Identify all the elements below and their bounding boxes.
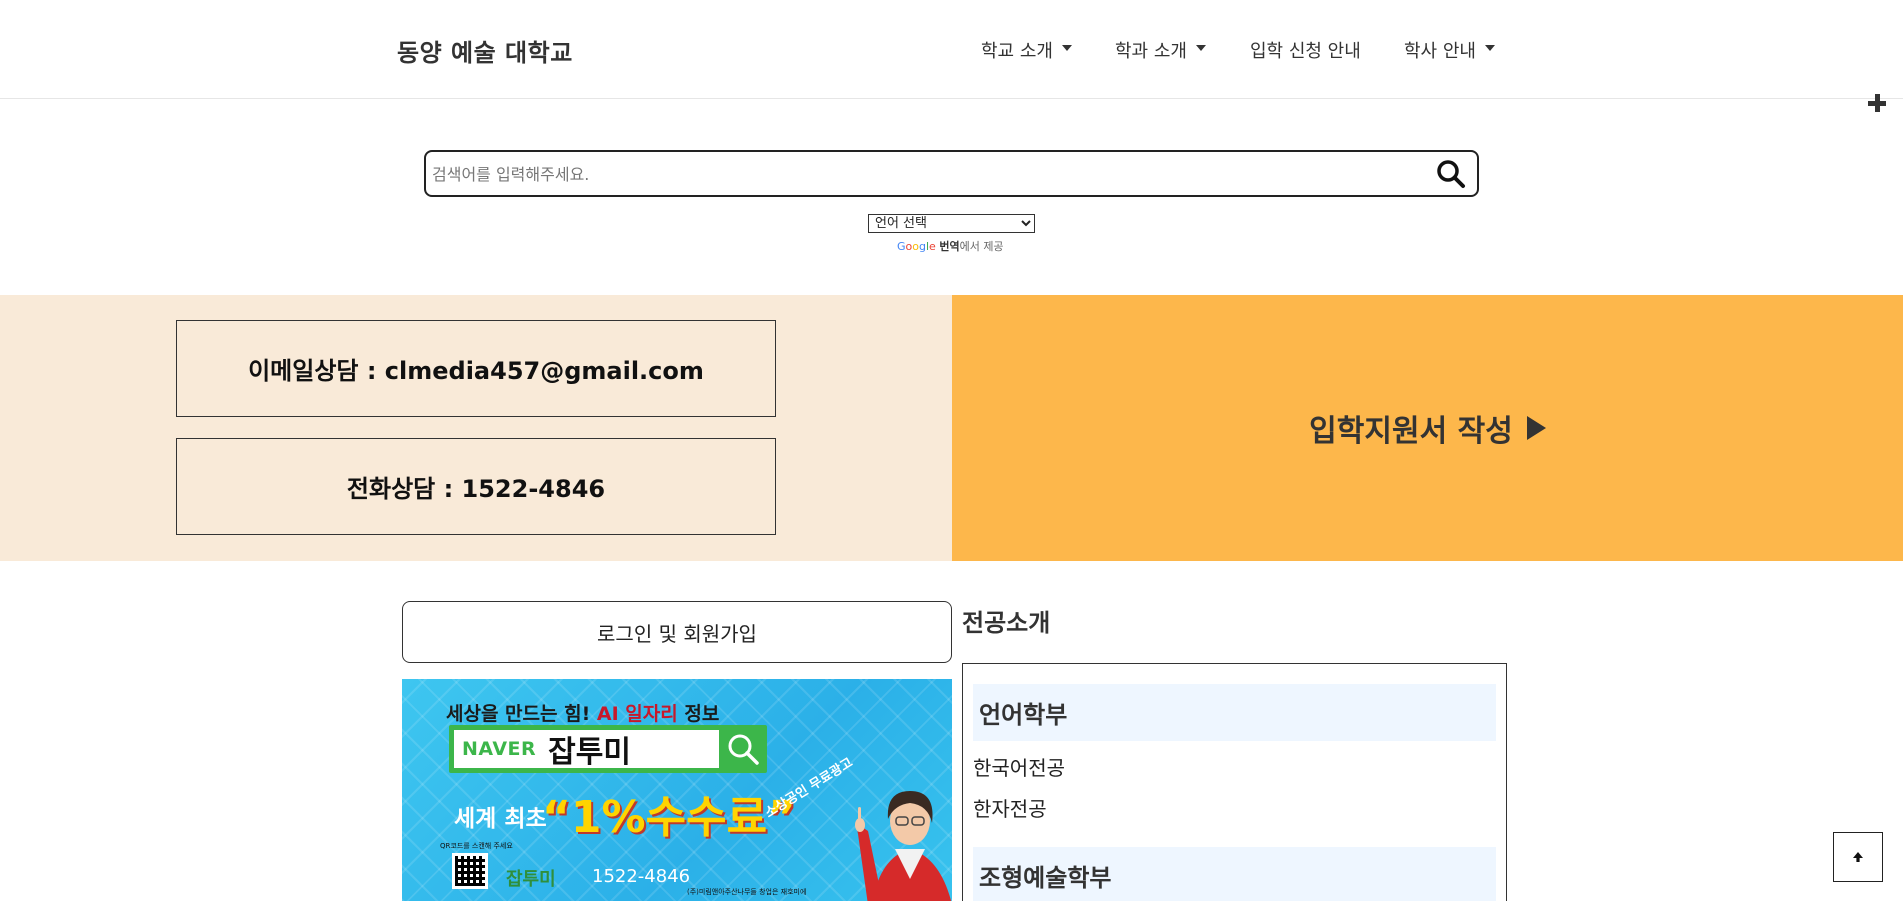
caret-down-icon	[1484, 45, 1495, 51]
translate-link[interactable]: 번역	[939, 240, 959, 253]
arrow-up-icon	[1853, 852, 1863, 862]
email-consult-box[interactable]: 이메일상담 : clmedia457@gmail.com	[176, 320, 776, 417]
search-input[interactable]	[432, 160, 1392, 188]
major-item-korean[interactable]: 한국어전공	[973, 752, 1065, 781]
ad-person-illustration	[855, 791, 952, 901]
ad-search-graphic: NAVER 잡투미	[449, 725, 767, 773]
plus-icon[interactable]	[1866, 92, 1890, 116]
nav-item-school-intro[interactable]: 학교 소개	[981, 37, 1072, 63]
ad-headline: 세상을 만드는 힘! AI 일자리 정보	[446, 699, 719, 726]
department-header-language[interactable]: 언어학부	[973, 684, 1496, 741]
email-consult-text: 이메일상담 : clmedia457@gmail.com	[248, 357, 704, 385]
phone-consult-box[interactable]: 전화상담 : 1522-4846	[176, 438, 776, 535]
jobtomi-ad-banner[interactable]: 세상을 만드는 힘! AI 일자리 정보 NAVER 잡투미 세계 최초 “1%…	[402, 679, 952, 901]
nav-item-admission-guide[interactable]: 입학 신청 안내	[1250, 37, 1361, 63]
site-header: 동양 예술 대학교 학교 소개 학과 소개 입학 신청 안내 학사 안내	[0, 0, 1903, 99]
nav-item-academic-guide[interactable]: 학사 안내	[1404, 37, 1495, 63]
ad-naver-label: NAVER	[462, 738, 537, 760]
nav-label: 학사 안내	[1404, 41, 1476, 62]
nav-item-department-intro[interactable]: 학과 소개	[1115, 37, 1206, 63]
ad-phone: 1522-4846	[592, 866, 691, 887]
nav-label: 입학 신청 안내	[1250, 41, 1361, 62]
caret-down-icon	[1195, 45, 1206, 51]
phone-consult-text: 전화상담 : 1522-4846	[346, 475, 606, 503]
ad-qr-label: QR코드를 스캔해 주세요	[440, 842, 513, 850]
google-logo: Google	[897, 240, 936, 253]
majors-section-title: 전공소개	[962, 609, 1051, 637]
play-arrow-icon	[1526, 416, 1546, 440]
scroll-to-top-button[interactable]	[1833, 832, 1883, 882]
ad-headline-ai: AI 일자리	[596, 703, 678, 725]
search-bar	[424, 150, 1479, 197]
qr-code-icon	[452, 853, 488, 889]
ad-magnifier-icon	[728, 734, 759, 765]
ad-search-field: NAVER 잡투미	[454, 730, 719, 770]
ad-headline-text: 세상을 만드는 힘!	[446, 703, 591, 725]
site-logo[interactable]: 동양 예술 대학교	[397, 33, 573, 68]
ad-brand-name: 잡투미	[548, 735, 631, 770]
ad-logo: 잡투미	[506, 869, 556, 890]
nav-label: 학과 소개	[1115, 41, 1187, 62]
ad-world-first: 세계 최초	[454, 806, 547, 832]
google-translate-credit: Google 번역에서 제공	[897, 238, 1004, 254]
department-header-fine-arts[interactable]: 조형예술학부	[973, 847, 1496, 901]
apply-form-link[interactable]: 입학지원서 작성	[1309, 406, 1546, 450]
ad-company: (주)미림앤아주산나무들 창업은 재호미에	[687, 888, 807, 896]
login-signup-label: 로그인 및 회원가입	[597, 621, 757, 646]
contact-banner: 이메일상담 : clmedia457@gmail.com 전화상담 : 1522…	[0, 295, 952, 561]
powered-by-suffix: 에서 제공	[959, 240, 1004, 253]
major-item-hanja[interactable]: 한자전공	[973, 793, 1047, 822]
search-icon[interactable]	[1435, 158, 1467, 190]
apply-form-label: 입학지원서 작성	[1309, 414, 1513, 449]
ad-headline-info: 정보	[684, 703, 720, 725]
login-signup-button[interactable]: 로그인 및 회원가입	[402, 601, 952, 663]
nav-label: 학교 소개	[981, 41, 1053, 62]
majors-panel: 언어학부 한국어전공 한자전공 조형예술학부	[962, 663, 1507, 901]
apply-banner[interactable]: 입학지원서 작성	[952, 295, 1903, 561]
caret-down-icon	[1061, 45, 1072, 51]
ad-fee-text: “1%수수료”	[542, 792, 796, 843]
language-select[interactable]: 언어 선택	[868, 214, 1035, 233]
